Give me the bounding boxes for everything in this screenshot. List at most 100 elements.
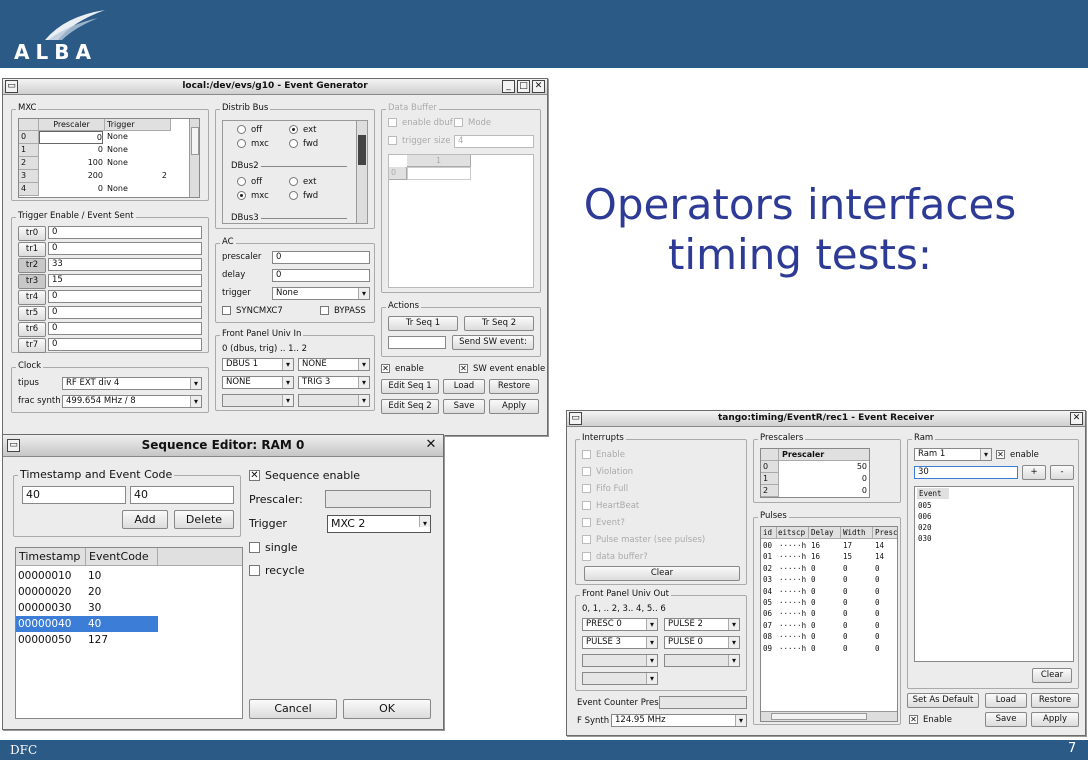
tr6-button[interactable]: tr6 (18, 322, 46, 337)
dbus2-ext-radio[interactable] (289, 177, 298, 186)
pulses-horizontal-scrollbar[interactable] (761, 711, 897, 721)
tr2-button[interactable]: tr2 (18, 258, 46, 273)
ram-clear-button[interactable]: Clear (1032, 668, 1072, 683)
apply-button[interactable]: Apply (1031, 712, 1079, 727)
tr3-field[interactable]: 15 (48, 274, 202, 287)
fp-in-3b-select[interactable] (298, 394, 370, 407)
bypass-checkbox[interactable] (320, 306, 329, 315)
close-icon[interactable]: ✕ (532, 80, 545, 93)
window-menu-icon[interactable]: ▭ (569, 412, 582, 425)
trigger-checkbox[interactable] (388, 136, 397, 145)
save-button[interactable]: Save (443, 399, 485, 414)
fp-out-3a-select[interactable] (582, 654, 658, 667)
tr6-field[interactable]: 0 (48, 322, 202, 335)
fp-out-2b-select[interactable]: PULSE 0 (664, 636, 740, 649)
tr4-button[interactable]: tr4 (18, 290, 46, 305)
mxc-scrollbar[interactable] (189, 119, 199, 197)
tr1-field[interactable]: 0 (48, 242, 202, 255)
ram-minus-button[interactable]: - (1050, 465, 1074, 480)
ram-value-field[interactable]: 30 (914, 466, 1018, 479)
trigger-select[interactable]: MXC 2 (327, 515, 431, 533)
buffer-size-field[interactable]: 4 (454, 135, 534, 148)
list-item[interactable]: 006 (918, 511, 958, 522)
minimize-icon[interactable]: _ (502, 80, 515, 93)
close-icon[interactable]: ✕ (1070, 412, 1083, 425)
fp-in-2a-select[interactable]: NONE (222, 376, 294, 389)
ram-enable-checkbox[interactable]: ✕ (996, 450, 1005, 459)
timestamp-field[interactable]: 40 (22, 486, 126, 504)
violation-checkbox[interactable] (582, 467, 591, 476)
fp-in-2b-select[interactable]: TRIG 3 (298, 376, 370, 389)
save-button[interactable]: Save (985, 712, 1027, 727)
tr-seq-1-button[interactable]: Tr Seq 1 (388, 316, 458, 331)
data-buffer-checkbox[interactable] (582, 552, 591, 561)
fp-out-1b-select[interactable]: PULSE 2 (664, 618, 740, 631)
interrupts-clear-button[interactable]: Clear (584, 566, 740, 581)
list-item[interactable]: 020 (918, 522, 958, 533)
fp-out-4a-select[interactable] (582, 672, 658, 685)
sw-event-enable-checkbox[interactable]: ✕ (459, 364, 468, 373)
ac-delay-field[interactable]: 0 (272, 269, 370, 282)
tr5-button[interactable]: tr5 (18, 306, 46, 321)
dbus1-mxc-radio[interactable] (237, 139, 246, 148)
load-button[interactable]: Load (443, 379, 485, 394)
interrupt-enable-checkbox[interactable] (582, 450, 591, 459)
close-icon[interactable]: ✕ (423, 438, 439, 454)
tr7-button[interactable]: tr7 (18, 338, 46, 353)
syncmxc7-checkbox[interactable] (222, 306, 231, 315)
enable-checkbox[interactable]: ✕ (381, 364, 390, 373)
tr0-button[interactable]: tr0 (18, 226, 46, 241)
tr4-field[interactable]: 0 (48, 290, 202, 303)
receiver-enable-checkbox[interactable]: ✕ (909, 715, 918, 724)
window-menu-icon[interactable]: ▭ (5, 80, 18, 93)
dbus1-off-radio[interactable] (237, 125, 246, 134)
tr7-field[interactable]: 0 (48, 338, 202, 351)
window-menu-icon[interactable]: ▭ (7, 439, 20, 452)
set-as-default-button[interactable]: Set As Default (907, 693, 979, 708)
tr-seq-2-button[interactable]: Tr Seq 2 (464, 316, 534, 331)
f-synth-select[interactable]: 124.95 MHz (611, 714, 747, 727)
tipus-select[interactable]: RF EXT div 4 (62, 377, 202, 390)
fp-in-1b-select[interactable]: NONE (298, 358, 370, 371)
single-checkbox[interactable] (249, 542, 260, 553)
dbus1-fwd-radio[interactable] (289, 139, 298, 148)
load-button[interactable]: Load (985, 693, 1027, 708)
restore-button[interactable]: Restore (1031, 693, 1079, 708)
mode-checkbox[interactable] (454, 118, 463, 127)
tr5-field[interactable]: 0 (48, 306, 202, 319)
event-checkbox[interactable] (582, 518, 591, 527)
pulse-master-checkbox[interactable] (582, 535, 591, 544)
fp-in-3a-select[interactable] (222, 394, 294, 407)
enable-dbuf-checkbox[interactable] (388, 118, 397, 127)
tr2-field[interactable]: 33 (48, 258, 202, 271)
dbus2-off-radio[interactable] (237, 177, 246, 186)
heartbeat-checkbox[interactable] (582, 501, 591, 510)
fifo-full-checkbox[interactable] (582, 484, 591, 493)
send-sw-event-button[interactable]: Send SW event: (452, 335, 534, 350)
event-counter-presc-field[interactable] (659, 696, 747, 709)
fp-out-1a-select[interactable]: PRESC 0 (582, 618, 658, 631)
maximize-icon[interactable]: □ (517, 80, 530, 93)
frac-synth-select[interactable]: 499.654 MHz / 8 (62, 395, 202, 408)
prescaler-field[interactable] (325, 490, 431, 508)
tr3-button[interactable]: tr3 (18, 274, 46, 289)
dbus2-mxc-radio[interactable] (237, 191, 246, 200)
sw-event-field[interactable] (388, 336, 446, 349)
buffer-cell[interactable] (407, 167, 471, 180)
ac-prescaler-field[interactable]: 0 (272, 251, 370, 264)
apply-button[interactable]: Apply (489, 399, 539, 414)
cancel-button[interactable]: Cancel (249, 699, 337, 719)
restore-button[interactable]: Restore (489, 379, 539, 394)
fp-in-1a-select[interactable]: DBUS 1 (222, 358, 294, 371)
distrib-bus-scrollbar[interactable] (356, 121, 367, 223)
fp-out-3b-select[interactable] (664, 654, 740, 667)
ok-button[interactable]: OK (343, 699, 431, 719)
ac-trigger-select[interactable]: None (272, 287, 370, 300)
tr0-field[interactable]: 0 (48, 226, 202, 239)
edit-seq-1-button[interactable]: Edit Seq 1 (381, 379, 439, 394)
event-code-field[interactable]: 40 (130, 486, 234, 504)
recycle-checkbox[interactable] (249, 565, 260, 576)
tr1-button[interactable]: tr1 (18, 242, 46, 257)
ram-plus-button[interactable]: + (1022, 465, 1046, 480)
list-item[interactable]: 030 (918, 533, 958, 544)
